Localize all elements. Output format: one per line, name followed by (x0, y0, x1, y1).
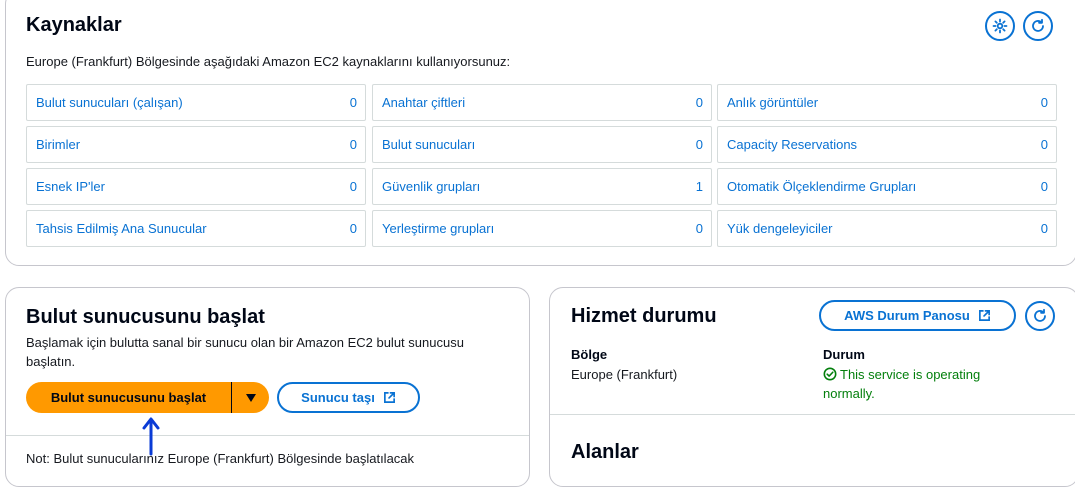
launch-dropdown-button[interactable] (232, 382, 269, 413)
launch-instance-split-button: Bulut sunucusunu başlat (26, 382, 269, 413)
status-text: This service is operating normally. (823, 367, 981, 401)
service-health-panel: Hizmet durumu AWS Durum Panosu Bölge Eur… (549, 287, 1075, 487)
resource-instances[interactable]: Bulut sunucuları 0 (372, 126, 712, 163)
resource-count: 0 (349, 221, 357, 236)
resource-count: 0 (349, 179, 357, 194)
launch-description: Başlamak için bulutta sanal bir sunucu o… (26, 335, 464, 369)
zones-title: Alanlar (571, 441, 639, 463)
resources-description: Europe (Frankfurt) Bölgesinde aşağıdaki … (26, 54, 511, 69)
resource-label: Tahsis Edilmiş Ana Sunucular (36, 221, 207, 236)
region-label: Bölge (571, 347, 608, 362)
resource-auto-scaling-groups[interactable]: Otomatik Ölçeklendirme Grupları 0 (717, 168, 1057, 205)
resource-security-groups[interactable]: Güvenlik grupları 1 (372, 168, 712, 205)
resource-label: Capacity Reservations (727, 137, 858, 152)
aws-health-dashboard-button[interactable]: AWS Durum Panosu (819, 300, 1016, 331)
resources-title: Kaynaklar (26, 14, 122, 36)
cursor-arrow-icon (142, 417, 160, 456)
resource-count: 0 (1040, 179, 1048, 194)
resource-snapshots[interactable]: Anlık görüntüler 0 (717, 84, 1057, 121)
refresh-icon (1034, 308, 1046, 322)
resource-volumes[interactable]: Birimler 0 (26, 126, 366, 163)
health-refresh-button[interactable] (1025, 301, 1055, 331)
resource-count: 0 (349, 95, 357, 110)
status-label: Durum (823, 347, 865, 362)
resource-count: 0 (695, 221, 703, 236)
launch-instance-panel: Bulut sunucusunu başlat Başlamak için bu… (5, 287, 530, 487)
resource-label: Esnek IP'ler (36, 179, 105, 194)
resource-count: 0 (1040, 221, 1048, 236)
refresh-button[interactable] (1023, 11, 1053, 41)
launch-title: Bulut sunucusunu başlat (26, 306, 265, 328)
caret-down-icon (245, 393, 256, 402)
resource-count: 0 (695, 137, 703, 152)
resource-count: 0 (349, 137, 357, 152)
resource-label: Yerleştirme grupları (382, 221, 495, 236)
resource-count: 0 (1040, 137, 1048, 152)
resource-count: 1 (695, 179, 703, 194)
refresh-icon (1032, 18, 1044, 32)
resource-label: Bulut sunucuları (382, 137, 476, 152)
resource-label: Bulut sunucuları (çalışan) (36, 95, 183, 110)
check-circle-icon (823, 367, 837, 381)
resource-count: 0 (695, 95, 703, 110)
health-divider (550, 414, 1075, 415)
health-dashboard-label: AWS Durum Panosu (844, 308, 970, 323)
status-value: This service is operating normally. (823, 365, 1023, 403)
resource-elastic-ips[interactable]: Esnek IP'ler 0 (26, 168, 366, 205)
resource-load-balancers[interactable]: Yük dengeleyiciler 0 (717, 210, 1057, 247)
resource-placement-groups[interactable]: Yerleştirme grupları 0 (372, 210, 712, 247)
migrate-server-label: Sunucu taşı (301, 390, 375, 405)
resource-label: Birimler (36, 137, 81, 152)
resource-label: Güvenlik grupları (382, 179, 481, 194)
resource-label: Anahtar çiftleri (382, 95, 466, 110)
resource-count: 0 (1040, 95, 1048, 110)
region-value: Europe (Frankfurt) (571, 367, 678, 382)
settings-button[interactable] (985, 11, 1015, 41)
health-title: Hizmet durumu (571, 305, 717, 327)
resources-panel: Kaynaklar Europe (Frankfurt) Bölgesinde … (5, 0, 1075, 266)
resource-key-pairs[interactable]: Anahtar çiftleri 0 (372, 84, 712, 121)
launch-region-note: Not: Bulut sunucularınız Europe (Frankfu… (26, 451, 415, 466)
resource-label: Yük dengeleyiciler (727, 221, 833, 236)
launch-instance-button[interactable]: Bulut sunucusunu başlat (26, 382, 232, 413)
resource-label: Otomatik Ölçeklendirme Grupları (727, 179, 917, 194)
external-link-icon (978, 310, 990, 321)
resource-running-instances[interactable]: Bulut sunucuları (çalışan) 0 (26, 84, 366, 121)
resource-dedicated-hosts[interactable]: Tahsis Edilmiş Ana Sunucular 0 (26, 210, 366, 247)
resource-label: Anlık görüntüler (727, 95, 819, 110)
resource-capacity-reservations[interactable]: Capacity Reservations 0 (717, 126, 1057, 163)
gear-icon (992, 18, 1008, 34)
launch-divider (6, 435, 529, 436)
external-link-icon (383, 392, 395, 403)
migrate-server-button[interactable]: Sunucu taşı (277, 382, 420, 413)
